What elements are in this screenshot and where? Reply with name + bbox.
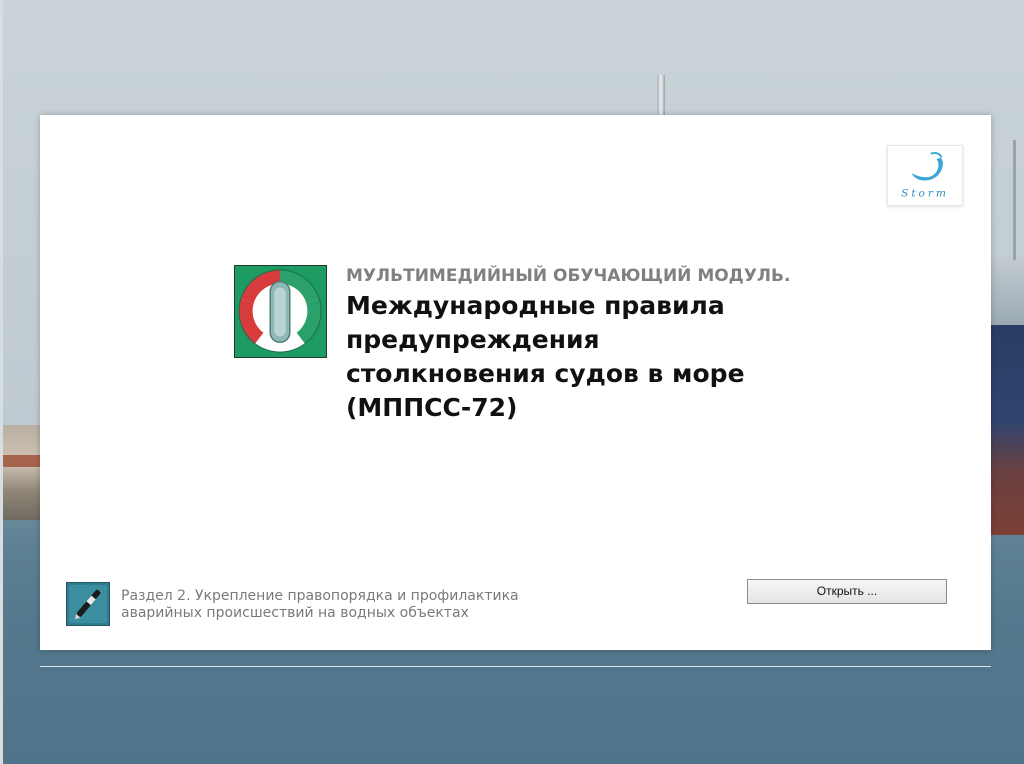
divider xyxy=(40,666,991,667)
module-title: Международные правила предупреждения сто… xyxy=(346,289,776,425)
background-ship-hull xyxy=(990,325,1024,535)
background-pier xyxy=(3,425,43,520)
module-title-line: столкновения судов в море xyxy=(346,359,745,388)
module-emblem-icon xyxy=(234,265,327,358)
module-title-line: (МППСС-72) xyxy=(346,393,518,422)
module-panel: Storm МУЛЬТИМЕДИЙНЫЙ ОБУЧАЮЩИЙ МОДУЛЬ. М… xyxy=(40,115,991,650)
section-description-line: Раздел 2. Укрепление правопорядка и проф… xyxy=(121,588,519,604)
background-ship-mast xyxy=(1013,140,1016,260)
pen-icon xyxy=(66,582,110,626)
open-button[interactable]: Открыть ... xyxy=(747,579,947,604)
storm-logo-icon: Storm xyxy=(901,152,949,199)
module-title-line: Международные правила xyxy=(346,291,725,320)
storm-logo: Storm xyxy=(887,145,963,206)
background-pier-roof xyxy=(3,455,43,467)
module-kicker: МУЛЬТИМЕДИЙНЫЙ ОБУЧАЮЩИЙ МОДУЛЬ. xyxy=(346,266,791,286)
background-mast xyxy=(657,75,665,115)
background-edge xyxy=(0,0,3,764)
background-ship-superstructure xyxy=(990,255,1024,325)
section-description-line: аварийных происшествий на водных объекта… xyxy=(121,605,469,621)
storm-logo-text: Storm xyxy=(901,186,949,199)
section-description: Раздел 2. Укрепление правопорядка и проф… xyxy=(121,588,541,622)
module-title-line: предупреждения xyxy=(346,325,600,354)
